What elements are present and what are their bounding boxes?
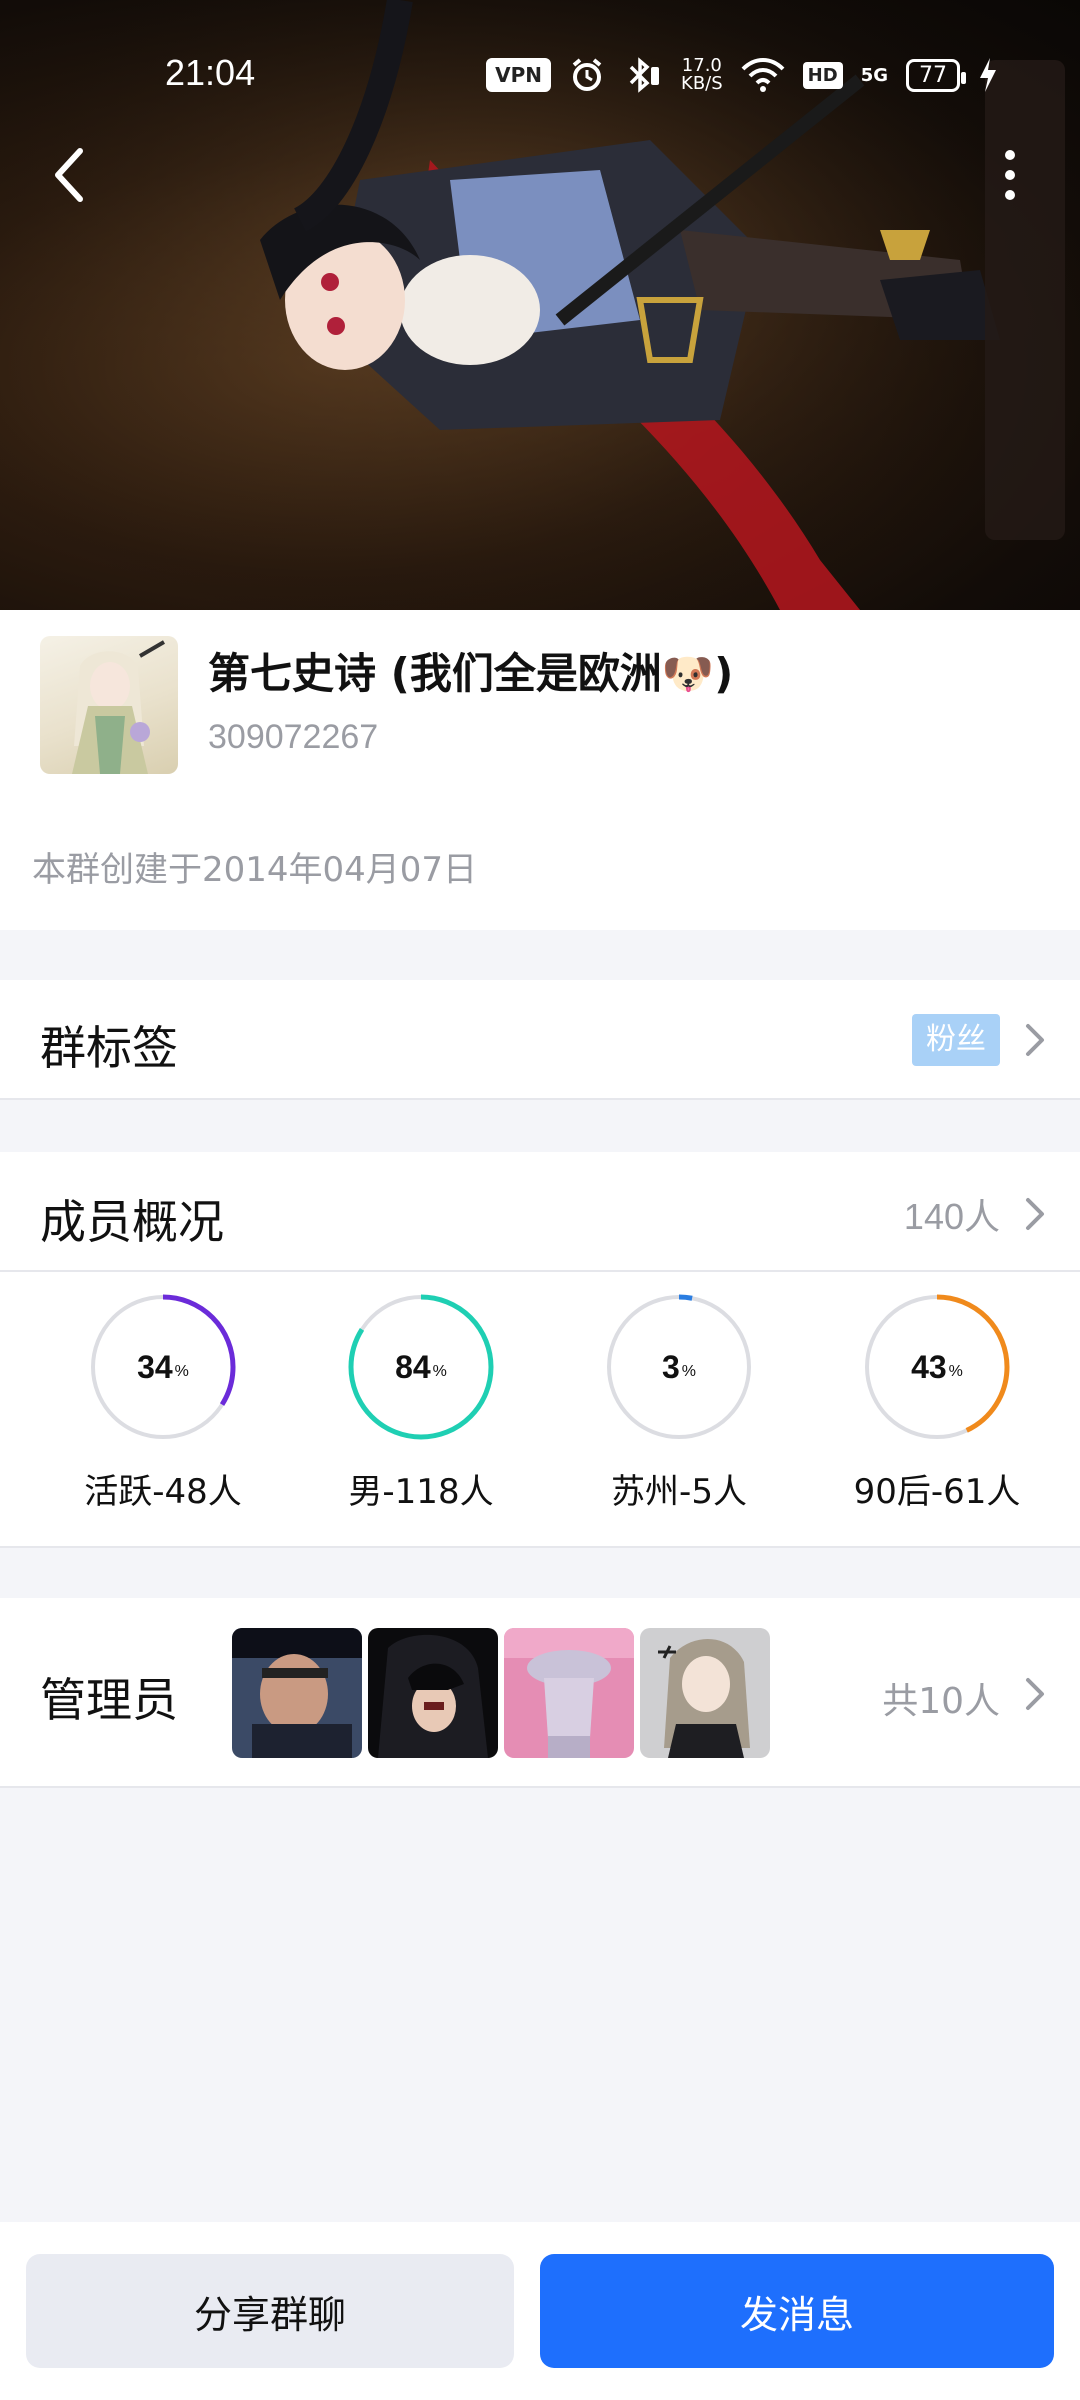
group-tags-title: 群标签 <box>40 1021 178 1075</box>
member-count: 140人 <box>903 1196 1000 1237</box>
chevron-right-icon <box>1026 1024 1044 1056</box>
group-tag-badge: 粉丝 <box>912 1014 1000 1066</box>
stat-value: 43% <box>864 1294 1010 1440</box>
stat-value-number: 43 <box>911 1348 947 1385</box>
stat-value-number: 84 <box>395 1348 431 1385</box>
group-id: 309072267 <box>208 718 379 756</box>
member-overview-title: 成员概况 <box>40 1195 224 1249</box>
chevron-left-icon <box>55 148 83 202</box>
wifi-icon <box>741 58 785 92</box>
status-bar: 21:04 VPN 17.0 KB/S HD 5G 77 <box>0 40 1080 110</box>
stat-label: 90后-61人 <box>853 1472 1021 1512</box>
stat-label: 男-118人 <box>348 1472 494 1512</box>
group-name: 第七史诗 (我们全是欧洲🐶) <box>208 649 734 698</box>
chevron-right-icon <box>1026 1198 1044 1230</box>
member-overview-row[interactable]: 成员概况 140人 <box>0 1152 1080 1272</box>
group-avatar-image <box>72 640 166 774</box>
share-group-button[interactable]: 分享群聊 <box>26 2254 514 2368</box>
group-cover-image: 21:04 VPN 17.0 KB/S HD 5G 77 <box>0 0 1080 610</box>
more-vertical-icon <box>1005 150 1015 200</box>
admins-title: 管理员 <box>40 1673 178 1727</box>
stat-label: 苏州-5人 <box>611 1472 747 1512</box>
bluetooth-icon <box>629 57 660 93</box>
admin-avatar-image <box>232 1628 362 1758</box>
group-created-date: 本群创建于2014年04月07日 <box>32 850 478 890</box>
stat-value: 3% <box>606 1294 752 1440</box>
battery-icon: 77 <box>906 58 966 92</box>
member-stats[interactable]: 34% 活跃-48人 84% 男-118人 3% 苏州-5人 43% 90后-6… <box>0 1272 1080 1548</box>
stat-percent-sign: % <box>432 1363 447 1380</box>
more-options-button[interactable] <box>980 140 1040 210</box>
admin-avatar-image <box>368 1628 498 1758</box>
stat-label: 活跃-48人 <box>84 1472 242 1512</box>
vpn-icon: VPN <box>486 58 552 92</box>
stat-percent-sign: % <box>174 1363 189 1380</box>
status-time: 21:04 <box>165 52 256 93</box>
back-button[interactable] <box>40 140 100 210</box>
admins-row[interactable]: 管理员 共10人 <box>0 1598 1080 1788</box>
stat-active[interactable]: 34% 活跃-48人 <box>50 1294 270 1534</box>
speed-unit: KB/S <box>681 73 723 94</box>
bottom-action-bar: 分享群聊 发消息 <box>0 2222 1080 2400</box>
admin-avatars <box>232 1628 770 1758</box>
group-info-card: 第七史诗 (我们全是欧洲🐶) 309072267 本群创建于2014年04月07… <box>0 610 1080 930</box>
stat-value-number: 34 <box>137 1348 173 1385</box>
charging-icon <box>980 58 996 92</box>
stat-percent-sign: % <box>681 1363 697 1380</box>
avatar[interactable] <box>640 1628 770 1758</box>
stat-male[interactable]: 84% 男-118人 <box>308 1294 528 1534</box>
admin-avatar-image <box>504 1628 634 1758</box>
alarm-icon <box>572 58 602 91</box>
stat-value: 84% <box>348 1294 494 1440</box>
stat-age[interactable]: 43% 90后-61人 <box>824 1294 1044 1534</box>
group-avatar[interactable] <box>40 636 178 774</box>
network-speed: 17.0 KB/S <box>681 57 723 93</box>
avatar[interactable] <box>368 1628 498 1758</box>
hd-icon: HD <box>802 61 843 89</box>
admins-count: 共10人 <box>882 1681 1000 1722</box>
group-tags-row[interactable]: 群标签 粉丝 <box>0 980 1080 1100</box>
stat-location[interactable]: 3% 苏州-5人 <box>566 1294 786 1534</box>
admin-avatar-image <box>640 1628 770 1758</box>
signal-5g-icon: 5G <box>860 64 888 86</box>
avatar[interactable] <box>504 1628 634 1758</box>
avatar[interactable] <box>232 1628 362 1758</box>
send-message-button[interactable]: 发消息 <box>540 2254 1054 2368</box>
stat-value: 34% <box>90 1294 236 1440</box>
stat-percent-sign: % <box>948 1363 963 1380</box>
chevron-right-icon <box>1026 1678 1044 1710</box>
status-icons: VPN 17.0 KB/S HD 5G 77 <box>486 50 998 100</box>
stat-value-number: 3 <box>661 1348 680 1385</box>
